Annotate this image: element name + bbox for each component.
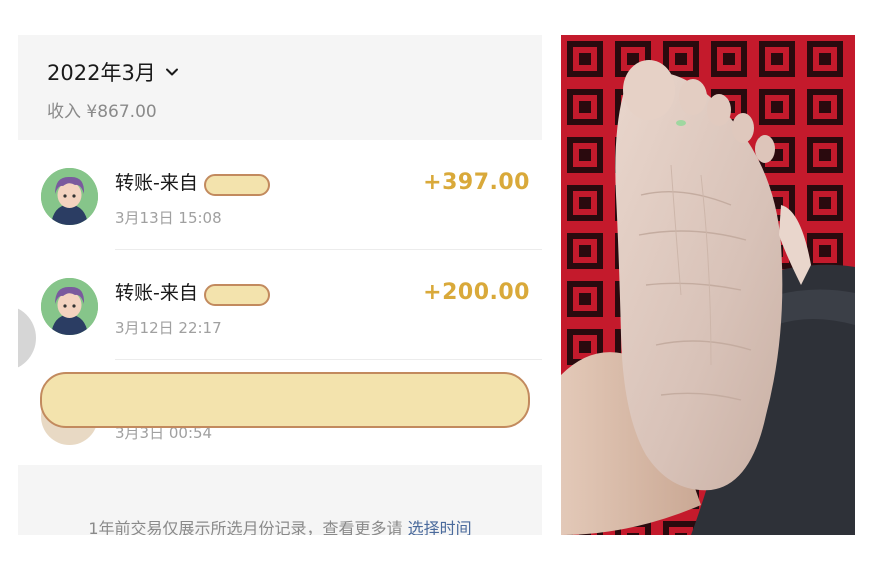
month-label: 2022年3月 bbox=[47, 61, 156, 85]
month-income: 收入 ¥867.00 bbox=[47, 102, 157, 122]
month-header: 2022年3月 收入 ¥867.00 bbox=[18, 35, 542, 140]
redaction-mark bbox=[204, 174, 270, 196]
redaction-mark bbox=[204, 284, 270, 306]
redaction-mark bbox=[40, 372, 530, 428]
transaction-row[interactable]: 转账-来自 3月12日 22:17 +200.00 bbox=[18, 250, 542, 360]
footer-note: 1年前交易仅展示所选月份记录，查看更多请 选择时间 bbox=[18, 515, 542, 535]
transaction-amount: +200.00 bbox=[423, 280, 530, 305]
avatar bbox=[41, 278, 98, 335]
wallet-bill-screen: 2022年3月 收入 ¥867.00 转账-来自 3月13日 15:08 +39… bbox=[18, 35, 542, 535]
transaction-row[interactable]: 转账-来自 3月13日 15:08 +397.00 bbox=[18, 140, 542, 250]
avatar bbox=[41, 168, 98, 225]
month-selector[interactable]: 2022年3月 bbox=[47, 57, 180, 87]
transaction-time: 3月13日 15:08 bbox=[115, 209, 222, 227]
transaction-amount: +397.00 bbox=[423, 170, 530, 195]
chevron-down-icon bbox=[165, 68, 178, 76]
footer-note-text: 1年前交易仅展示所选月份记录，查看更多请 bbox=[88, 519, 403, 535]
foot-photo bbox=[561, 35, 855, 535]
select-time-link[interactable]: 选择时间 bbox=[408, 519, 472, 535]
transaction-title: 转账-来自 bbox=[115, 172, 198, 194]
transaction-title: 转账-来自 bbox=[115, 282, 198, 304]
transaction-time: 3月12日 22:17 bbox=[115, 319, 222, 337]
footer: 1年前交易仅展示所选月份记录，查看更多请 选择时间 bbox=[18, 465, 542, 535]
